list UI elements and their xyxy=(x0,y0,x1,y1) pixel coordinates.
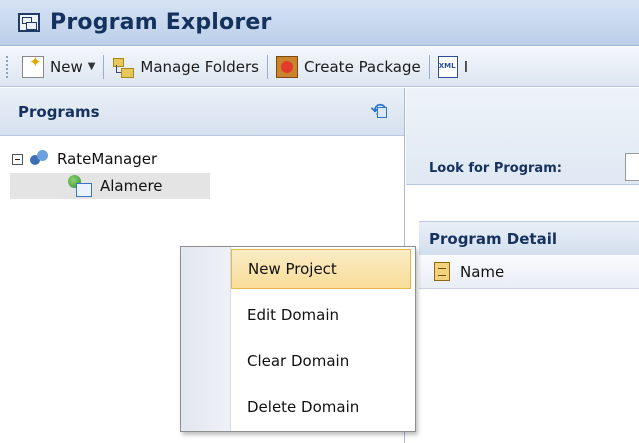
tree-node-label: RateManager xyxy=(57,150,158,168)
collapse-icon[interactable] xyxy=(12,153,23,165)
menu-item-clear-domain[interactable]: Clear Domain xyxy=(181,341,415,381)
menu-item-label: Delete Domain xyxy=(247,398,360,416)
search-label: Look for Program: xyxy=(429,161,562,176)
menu-item-label: New Project xyxy=(248,260,337,278)
context-menu: New Project Edit Domain Clear Domain Del… xyxy=(180,246,416,432)
program-detail-header: Program Detail xyxy=(419,221,639,255)
manage-folders-button[interactable]: Manage Folders xyxy=(106,52,265,82)
chevron-down-icon: ▼ xyxy=(87,61,96,72)
window-icon xyxy=(18,13,40,32)
manage-folders-label: Manage Folders xyxy=(140,57,259,76)
organization-icon xyxy=(29,149,49,169)
toolbar-separator xyxy=(103,54,105,79)
xml-button[interactable]: I xyxy=(432,52,474,82)
name-column-label: Name xyxy=(460,262,505,281)
title-bar: Program Explorer xyxy=(0,0,639,46)
menu-item-label: Edit Domain xyxy=(247,306,340,324)
name-column-header[interactable]: Name xyxy=(419,255,639,289)
create-package-label: Create Package xyxy=(303,57,421,76)
tree-node-label: Alamere xyxy=(100,177,163,195)
menu-item-label: Clear Domain xyxy=(247,352,350,370)
xml-icon xyxy=(437,55,458,78)
xml-button-label: I xyxy=(463,57,469,76)
menu-item-new-project[interactable]: New Project xyxy=(231,249,411,289)
programs-panel-header: Programs xyxy=(0,88,404,136)
new-button-label: New xyxy=(50,57,83,76)
new-document-icon xyxy=(22,53,44,78)
package-icon xyxy=(275,55,298,78)
toolbar-separator xyxy=(428,54,430,79)
menu-item-edit-domain[interactable]: Edit Domain xyxy=(181,295,415,335)
window-title: Program Explorer xyxy=(50,10,272,35)
document-icon xyxy=(434,262,450,281)
toolbar: New ▼ Manage Folders Create Package I xyxy=(0,47,639,87)
programs-panel-title: Programs xyxy=(18,102,100,121)
new-button[interactable]: New ▼ xyxy=(16,52,101,82)
program-detail-panel: Look for Program: Program Detail Name xyxy=(406,88,639,443)
menu-item-delete-domain[interactable]: Delete Domain xyxy=(181,387,415,427)
domain-icon xyxy=(68,175,92,197)
tree-node-alamere[interactable]: Alamere xyxy=(10,173,210,199)
toolbar-grip[interactable] xyxy=(6,55,10,78)
refresh-icon[interactable] xyxy=(370,98,392,123)
folder-tree-icon xyxy=(112,56,135,78)
create-package-button[interactable]: Create Package xyxy=(270,52,427,82)
search-band: Look for Program: xyxy=(406,88,639,185)
toolbar-separator xyxy=(266,54,268,79)
search-input[interactable] xyxy=(625,153,639,181)
tree-node-ratemanager[interactable]: RateManager xyxy=(12,146,157,172)
